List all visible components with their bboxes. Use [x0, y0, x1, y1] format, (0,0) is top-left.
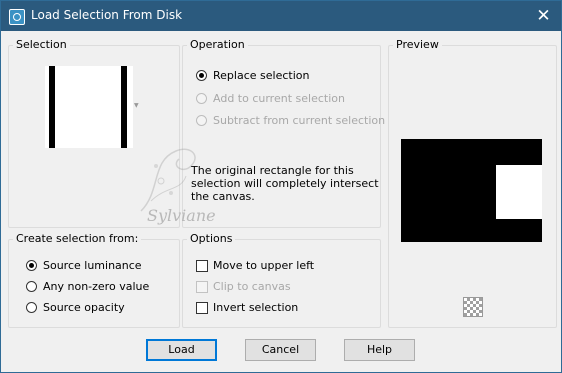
window-title: Load Selection From Disk [31, 8, 183, 22]
dialog-window: Load Selection From Disk ✕ Selection ▼ O… [0, 0, 562, 373]
checkbox[interactable] [196, 260, 208, 272]
radio-label: Add to current selection [213, 92, 345, 105]
selection-thumbnail[interactable] [45, 66, 133, 148]
operation-group-label: Operation [187, 38, 248, 51]
radio-label: Replace selection [213, 69, 310, 82]
load-button[interactable]: Load [146, 339, 217, 361]
preview-canvas [401, 139, 542, 242]
checkbox-label: Invert selection [213, 301, 299, 314]
help-button[interactable]: Help [344, 339, 415, 361]
preview-white-region [496, 165, 542, 219]
dropdown-arrow-icon[interactable]: ▼ [134, 102, 139, 109]
checkbox-label: Clip to canvas [213, 280, 291, 293]
preview-group-label: Preview [393, 38, 442, 51]
watermark-signature: Sylviane [147, 206, 216, 225]
checkbox-label: Move to upper left [213, 259, 315, 272]
checkbox[interactable] [196, 281, 208, 293]
radio-button[interactable] [26, 260, 37, 271]
app-icon [9, 9, 25, 25]
radio-label: Source opacity [43, 301, 125, 314]
radio-button[interactable] [196, 70, 207, 81]
radio-label: Source luminance [43, 259, 142, 272]
transparency-toggle-icon[interactable] [463, 297, 483, 317]
radio-button[interactable] [26, 302, 37, 313]
close-icon[interactable]: ✕ [526, 1, 561, 31]
thumbnail-left-bar [49, 66, 55, 148]
selection-group-label: Selection [13, 38, 70, 51]
thumbnail-right-bar [121, 66, 127, 148]
cancel-button[interactable]: Cancel [245, 339, 316, 361]
radio-button[interactable] [196, 93, 207, 104]
radio-label: Subtract from current selection [213, 114, 386, 127]
radio-label: Any non-zero value [43, 280, 150, 293]
title-bar[interactable]: Load Selection From Disk ✕ [1, 1, 561, 31]
radio-button[interactable] [26, 281, 37, 292]
options-group-label: Options [187, 232, 236, 245]
radio-button[interactable] [196, 115, 207, 126]
checkbox[interactable] [196, 302, 208, 314]
create-selection-group-label: Create selection from: [13, 232, 142, 245]
